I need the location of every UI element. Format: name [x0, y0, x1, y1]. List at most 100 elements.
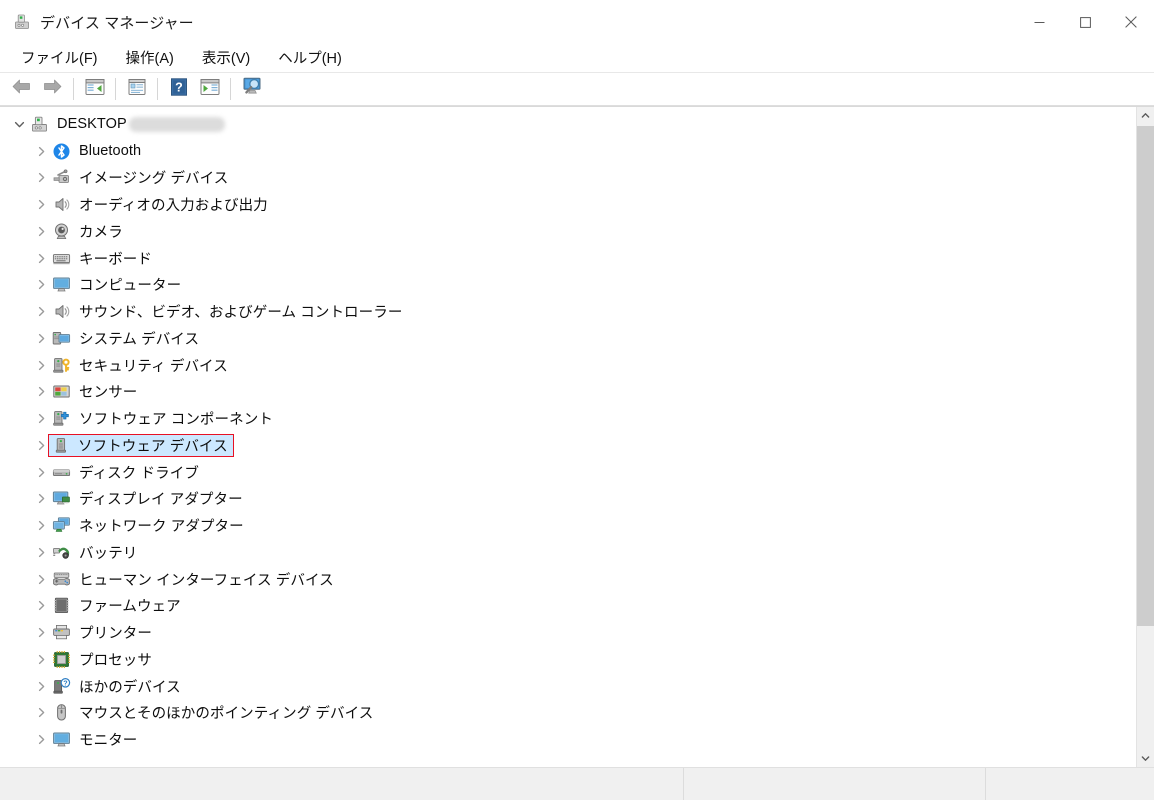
- tree-item-label: オーディオの入力および出力: [79, 198, 268, 215]
- tree-item-label: センサー: [79, 385, 138, 402]
- tree-item-label: ネットワーク アダプター: [79, 519, 244, 536]
- tree-root-label-line: DESKTOP: [57, 116, 225, 132]
- scan-hardware-changes-button[interactable]: [236, 76, 267, 103]
- maximize-button[interactable]: [1062, 0, 1108, 44]
- content-area: DESKTOP Bluetooth イメージング デバイス オーディオの入力およ…: [0, 106, 1154, 767]
- tree-item-bluetooth[interactable]: Bluetooth: [0, 138, 1136, 165]
- tree-item-label: セキュリティ デバイス: [79, 358, 228, 375]
- tree-item-monitors[interactable]: モニター: [0, 726, 1136, 753]
- chevron-down-icon: [1141, 756, 1150, 761]
- show-hide-console-tree-button[interactable]: [79, 76, 110, 103]
- chevron-right-icon[interactable]: [30, 253, 52, 264]
- device-manager-window: デバイス マネージャー ファイル(F) 操作(A) 表示(V) ヘルプ(H) ?…: [0, 0, 1154, 800]
- chevron-right-icon[interactable]: [30, 386, 52, 397]
- printer-icon: [52, 623, 71, 642]
- chevron-down-icon[interactable]: [8, 119, 30, 130]
- chevron-right-icon[interactable]: [30, 707, 52, 718]
- tree-item-computer[interactable]: コンピューター: [0, 272, 1136, 299]
- menu-file[interactable]: ファイル(F): [11, 44, 108, 72]
- svg-text:?: ?: [175, 80, 183, 94]
- tree-item-processors[interactable]: プロセッサ: [0, 646, 1136, 673]
- selected-item-highlight[interactable]: ソフトウェア デバイス: [48, 433, 234, 457]
- chevron-right-icon[interactable]: [30, 574, 52, 585]
- tree-item-label: ソフトウェア デバイス: [78, 438, 228, 455]
- chevron-right-icon[interactable]: [30, 306, 52, 317]
- tree-item-cameras[interactable]: カメラ: [0, 218, 1136, 245]
- menu-action[interactable]: 操作(A): [116, 44, 184, 72]
- chevron-right-icon[interactable]: [30, 333, 52, 344]
- tree-item-audio-inputs-outputs[interactable]: オーディオの入力および出力: [0, 191, 1136, 218]
- chevron-right-icon[interactable]: [30, 467, 52, 478]
- tree-item-label: カメラ: [79, 224, 123, 241]
- imaging-device-icon: [52, 168, 71, 187]
- tree-item-batteries[interactable]: バッテリ: [0, 539, 1136, 566]
- chevron-right-icon[interactable]: [30, 600, 52, 611]
- window-title: デバイス マネージャー: [40, 14, 194, 32]
- menu-view[interactable]: 表示(V): [192, 44, 260, 72]
- chevron-right-icon[interactable]: [30, 547, 52, 558]
- tree-item-label: プリンター: [79, 626, 152, 643]
- scrollbar-track[interactable]: [1137, 124, 1154, 750]
- tree-item-label: マウスとそのほかのポインティング デバイス: [79, 706, 374, 723]
- tree-item-label: ほかのデバイス: [79, 679, 181, 696]
- tree-item-security-devices[interactable]: セキュリティ デバイス: [0, 352, 1136, 379]
- chevron-right-icon[interactable]: [30, 146, 52, 157]
- properties-button[interactable]: [121, 76, 152, 103]
- tree-root-label: DESKTOP: [57, 116, 127, 133]
- scroll-down-button[interactable]: [1137, 750, 1154, 767]
- forward-button[interactable]: [37, 76, 68, 103]
- tree-item-imaging-devices[interactable]: イメージング デバイス: [0, 165, 1136, 192]
- chevron-right-icon[interactable]: [30, 681, 52, 692]
- device-tree[interactable]: DESKTOP Bluetooth イメージング デバイス オーディオの入力およ…: [0, 107, 1136, 767]
- chevron-right-icon[interactable]: [30, 627, 52, 638]
- sound-video-game-icon: [52, 302, 71, 321]
- help-button[interactable]: ?: [163, 76, 194, 103]
- device-manager-icon: [13, 13, 31, 31]
- tree-item-software-components[interactable]: ソフトウェア コンポーネント: [0, 405, 1136, 432]
- tree-item-keyboards[interactable]: キーボード: [0, 245, 1136, 272]
- computer-device-icon: [30, 115, 49, 134]
- menu-help[interactable]: ヘルプ(H): [268, 44, 352, 72]
- title-bar-left: デバイス マネージャー: [0, 12, 194, 33]
- vertical-scrollbar[interactable]: [1136, 107, 1154, 767]
- disk-drive-icon: [52, 463, 71, 482]
- tree-root-row[interactable]: DESKTOP: [0, 111, 1136, 138]
- tree-item-software-devices[interactable]: ソフトウェア デバイス: [0, 432, 1136, 459]
- chevron-right-icon[interactable]: [30, 734, 52, 745]
- scan-hardware-icon: [241, 77, 263, 101]
- chevron-right-icon[interactable]: [30, 199, 52, 210]
- chevron-right-icon[interactable]: [30, 226, 52, 237]
- chevron-right-icon[interactable]: [30, 654, 52, 665]
- chevron-right-icon[interactable]: [30, 279, 52, 290]
- chevron-right-icon[interactable]: [30, 172, 52, 183]
- minimize-button[interactable]: [1016, 0, 1062, 44]
- tree-item-display-adapters[interactable]: ディスプレイ アダプター: [0, 486, 1136, 513]
- arrow-left-icon: [11, 78, 32, 100]
- scroll-up-button[interactable]: [1137, 107, 1154, 124]
- tree-item-disk-drives[interactable]: ディスク ドライブ: [0, 459, 1136, 486]
- back-button[interactable]: [6, 76, 37, 103]
- tree-item-label: ディスプレイ アダプター: [79, 492, 243, 509]
- tree-item-human-interface-devices[interactable]: ヒューマン インターフェイス デバイス: [0, 566, 1136, 593]
- system-device-icon: [52, 329, 71, 348]
- toolbar-separator: [230, 78, 231, 100]
- close-button[interactable]: [1108, 0, 1154, 44]
- network-adapter-icon: [52, 516, 71, 535]
- scrollbar-thumb[interactable]: [1137, 126, 1154, 626]
- monitor-icon: [52, 730, 71, 749]
- update-driver-button[interactable]: [194, 76, 225, 103]
- tree-item-sensors[interactable]: センサー: [0, 379, 1136, 406]
- tree-item-other-devices[interactable]: ? ほかのデバイス: [0, 673, 1136, 700]
- tree-item-sound-video-game-controllers[interactable]: サウンド、ビデオ、およびゲーム コントローラー: [0, 298, 1136, 325]
- chevron-right-icon[interactable]: [30, 413, 52, 424]
- tree-item-label: ヒューマン インターフェイス デバイス: [79, 572, 334, 589]
- tree-item-network-adapters[interactable]: ネットワーク アダプター: [0, 512, 1136, 539]
- tree-item-system-devices[interactable]: システム デバイス: [0, 325, 1136, 352]
- chevron-right-icon[interactable]: [30, 520, 52, 531]
- chevron-right-icon[interactable]: [30, 360, 52, 371]
- status-bar-cell-end: [985, 768, 1154, 800]
- chevron-right-icon[interactable]: [30, 493, 52, 504]
- tree-item-printers[interactable]: プリンター: [0, 619, 1136, 646]
- tree-item-firmware[interactable]: ファームウェア: [0, 593, 1136, 620]
- tree-item-mice-and-pointing-devices[interactable]: マウスとそのほかのポインティング デバイス: [0, 700, 1136, 727]
